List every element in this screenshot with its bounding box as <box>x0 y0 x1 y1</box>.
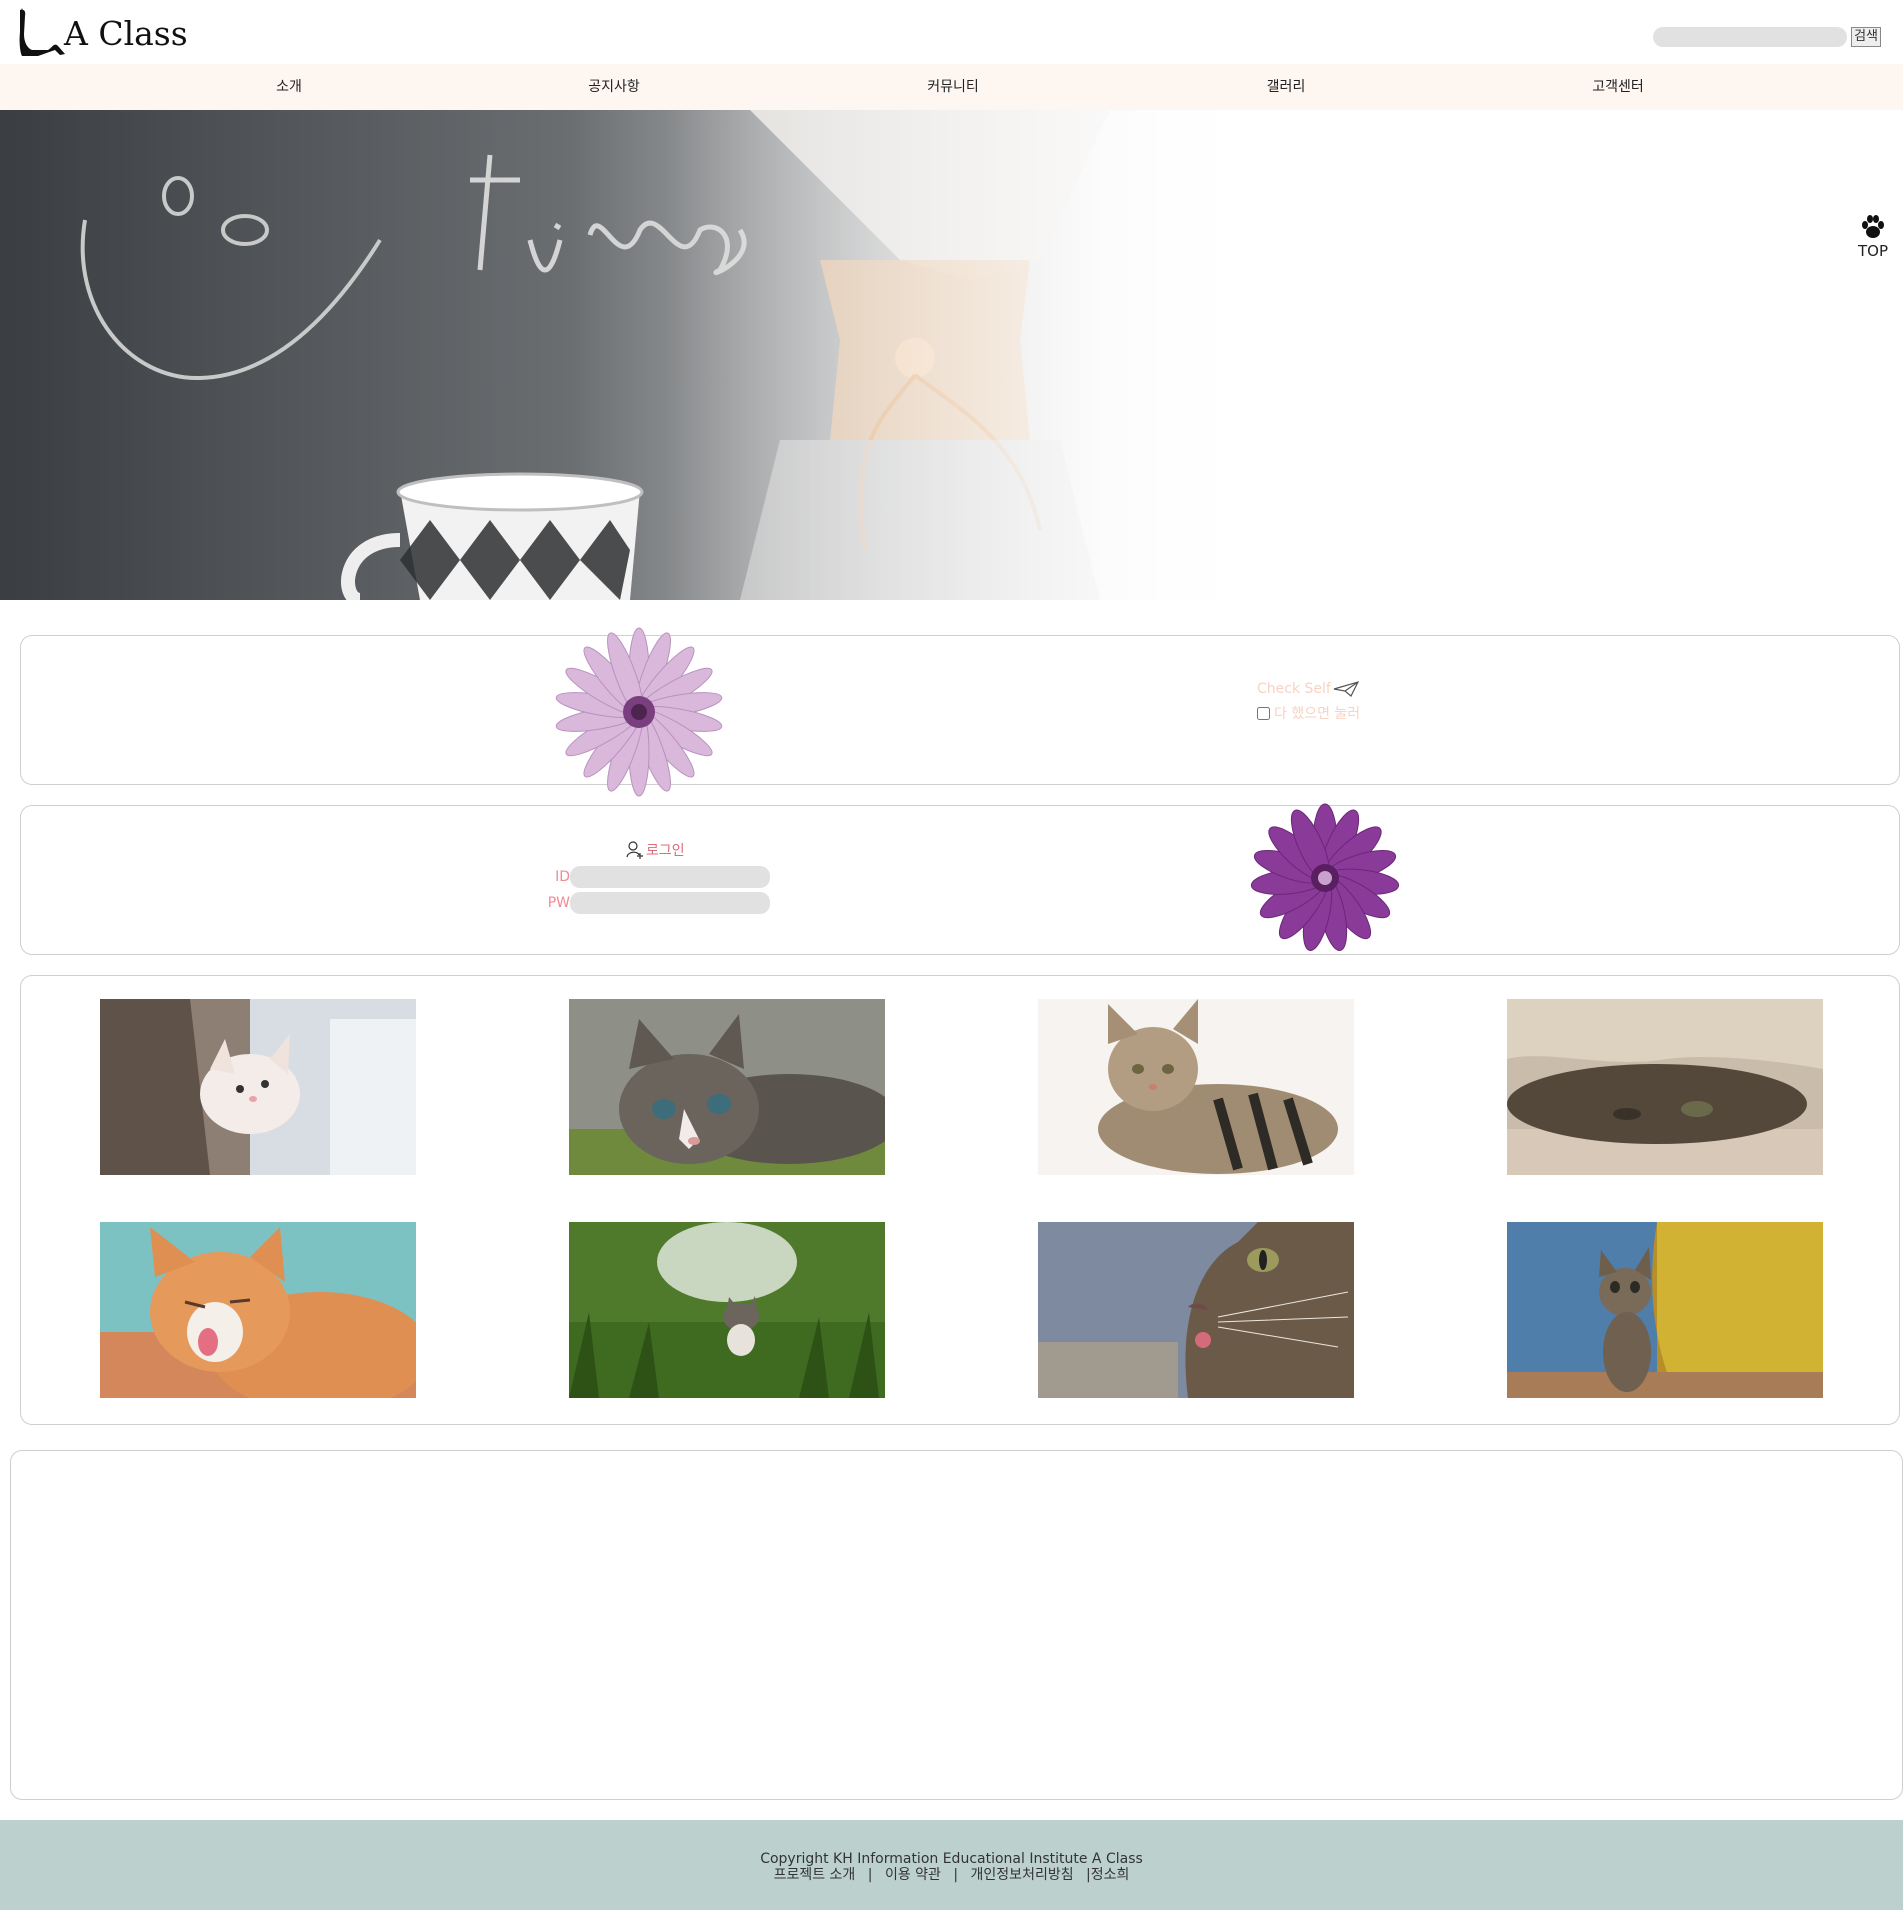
gallery-image-2[interactable] <box>569 999 885 1175</box>
nav-item-notice[interactable]: 공지사항 <box>588 64 640 110</box>
cat-photo-6 <box>569 1222 885 1398</box>
cat-photo-4 <box>1507 999 1823 1175</box>
id-input[interactable] <box>570 866 770 888</box>
user-add-icon <box>626 841 643 859</box>
gallery-image-1[interactable] <box>100 999 416 1175</box>
top-button[interactable]: TOP <box>1853 214 1893 260</box>
paw-icon <box>1862 215 1884 238</box>
cat-photo-1 <box>100 999 416 1175</box>
check-self-row[interactable]: 다 했으면 눌러 <box>1257 703 1360 723</box>
search-bar: 검색 <box>1653 27 1881 47</box>
footer-link-project[interactable]: 프로젝트 소개 <box>774 1867 856 1883</box>
footer-separator: | <box>953 1867 959 1883</box>
gallery-image-3[interactable] <box>1038 999 1354 1175</box>
top-label: TOP <box>1857 242 1888 260</box>
id-label: ID <box>555 869 570 885</box>
paper-plane-icon <box>1333 681 1359 697</box>
footer-links: 프로젝트 소개 | 이용 약관 | 개인정보처리방침 |정소희 <box>0 1867 1903 1883</box>
done-checkbox[interactable] <box>1257 706 1270 720</box>
gallery-image-8[interactable] <box>1507 1222 1823 1398</box>
gallery-image-6[interactable] <box>569 1222 885 1398</box>
footer-link-privacy[interactable]: 개인정보처리방침 <box>971 1867 1074 1883</box>
purple-flower-image <box>1250 803 1400 951</box>
logo[interactable]: A Class <box>18 0 188 60</box>
login-form: 로그인 ID PW <box>516 840 776 914</box>
footer-separator: | <box>867 1867 873 1883</box>
done-checkbox-label: 다 했으면 눌러 <box>1274 706 1361 722</box>
gallery-image-7[interactable] <box>1038 1222 1354 1398</box>
logo-text: A Class <box>64 14 188 53</box>
check-self-title: Check Self <box>1257 681 1331 697</box>
pw-label: PW <box>547 895 570 911</box>
check-self: Check Self 다 했으면 눌러 <box>1257 681 1360 723</box>
footer-author: |정소희 <box>1086 1867 1130 1883</box>
hero-banner <box>0 110 1903 600</box>
cat-photo-2 <box>569 999 885 1175</box>
gallery-panel <box>20 975 1900 1425</box>
cat-photo-5 <box>100 1222 416 1398</box>
footer: Copyright KH Information Educational Ins… <box>0 1820 1903 1910</box>
cat-photo-7 <box>1038 1222 1354 1398</box>
login-title[interactable]: 로그인 <box>646 840 685 860</box>
nav-item-gallery[interactable]: 갤러리 <box>1267 64 1306 110</box>
search-button[interactable]: 검색 <box>1851 27 1881 47</box>
cat-logo-icon <box>19 8 65 56</box>
footer-link-terms[interactable]: 이용 약관 <box>885 1867 941 1883</box>
content-panel <box>10 1450 1903 1800</box>
pw-input[interactable] <box>570 892 770 914</box>
light-flower-image <box>555 627 723 797</box>
check-self-panel: Check Self 다 했으면 눌러 <box>20 627 1900 797</box>
gallery-image-5[interactable] <box>100 1222 416 1398</box>
hero-image <box>0 110 1903 600</box>
gallery-grid <box>100 999 1823 1398</box>
gallery-image-4[interactable] <box>1507 999 1823 1175</box>
footer-copyright: Copyright KH Information Educational Ins… <box>760 1851 1143 1867</box>
login-panel: 로그인 ID PW <box>20 803 1900 955</box>
nav-item-intro[interactable]: 소개 <box>276 64 302 110</box>
cat-photo-3 <box>1038 999 1354 1175</box>
nav-item-support[interactable]: 고객센터 <box>1592 64 1644 110</box>
nav-item-community[interactable]: 커뮤니티 <box>927 64 979 110</box>
cat-photo-8 <box>1507 1222 1823 1398</box>
main-nav: 소개 공지사항 커뮤니티 갤러리 고객센터 <box>0 64 1903 110</box>
search-input[interactable] <box>1653 27 1848 47</box>
